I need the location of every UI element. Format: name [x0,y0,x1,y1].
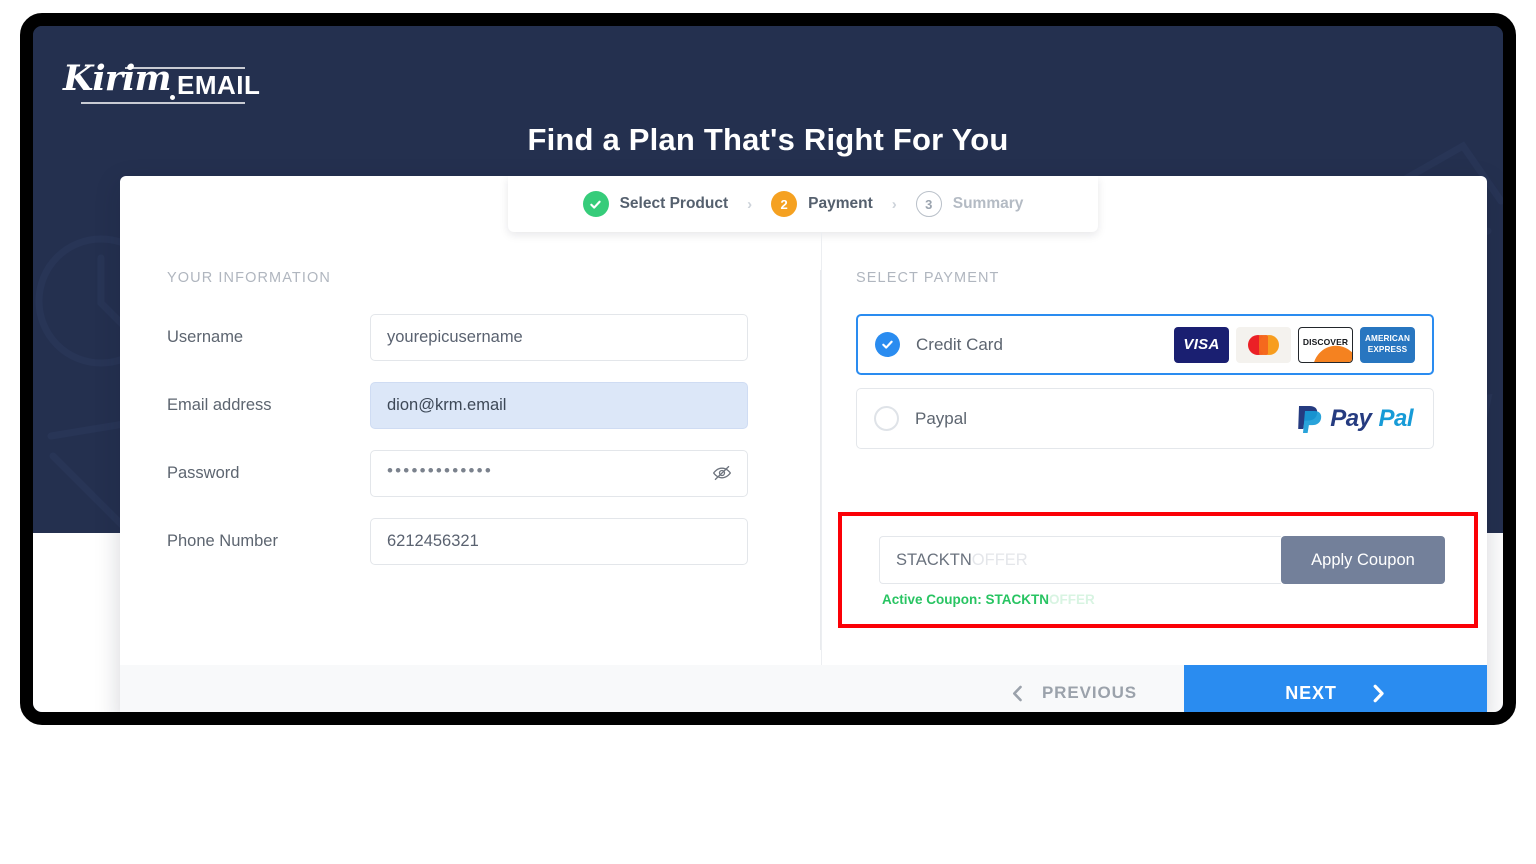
discover-icon-text: DISCOVER [1302,336,1349,347]
next-button-label: NEXT [1285,682,1337,703]
step-separator-1: › [747,195,753,213]
step-number-badge-2: 2 [771,191,798,217]
form-row-password: Password ••••••••••••• [167,449,820,497]
radio-checked-icon [875,332,900,357]
amex-icon-line1: AMERICAN [1360,334,1415,344]
chevron-right-icon [1373,684,1384,702]
password-label: Password [167,463,240,482]
active-coupon-status: Active Coupon: STACKTNOFFER [882,592,1095,607]
logo-mail-text: EMAIL [177,70,261,100]
paypal-word-pay: Pay [1330,404,1372,432]
apply-coupon-button[interactable]: Apply Coupon [1281,536,1445,584]
payment-option-label-credit-card: Credit Card [916,334,1003,354]
logo-script-text: Kirim [63,58,171,99]
mastercard-icon [1236,326,1291,363]
browser-frame: Kirim EMAIL Find a Plan That's Right For… [20,13,1516,725]
step-label-summary: Summary [952,195,1024,212]
your-information-panel: YOUR INFORMATION Username yourepicuserna… [120,232,820,665]
amex-icon-line2: EXPRESS [1360,345,1415,355]
step-label-select-product: Select Product [619,195,729,212]
step-summary[interactable]: 3 Summary [915,191,1024,217]
previous-button[interactable]: PREVIOUS [971,665,1184,712]
select-payment-panel: SELECT PAYMENT Credit Card VISA DISCOVER… [821,232,1487,665]
step-label-payment: Payment [808,195,873,212]
next-button[interactable]: NEXT [1184,665,1487,712]
logo-rule-bottom [81,102,245,104]
checkout-card: Select Product › 2 Payment › 3 Summary Y… [120,176,1487,712]
form-row-username: Username yourepicusername [167,313,820,361]
select-payment-heading: SELECT PAYMENT [856,270,1000,286]
payment-option-label-paypal: Paypal [915,408,967,428]
password-input[interactable]: ••••••••••••• [370,449,748,497]
radio-unchecked-icon [874,406,899,431]
checkout-stepper: Select Product › 2 Payment › 3 Summary [508,176,1098,232]
active-coupon-text-faded: OFFER [1049,592,1095,607]
previous-button-label: PREVIOUS [1041,683,1137,702]
payment-option-paypal[interactable]: Paypal Pay Pal [856,388,1434,449]
form-row-email: Email address dion@krm.email [167,381,820,429]
coupon-highlight-box: STACKTN OFFER Apply Coupon Active Coupon… [838,512,1478,628]
paypal-word-pal: Pal [1378,404,1413,432]
username-input[interactable]: yourepicusername [370,313,748,361]
your-information-heading: YOUR INFORMATION [167,270,331,286]
email-label: Email address [167,395,272,414]
payment-option-credit-card[interactable]: Credit Card VISA DISCOVER AMERICAN EXPRE… [856,314,1434,375]
card-footer: PREVIOUS NEXT [120,665,1487,712]
username-label: Username [167,327,244,346]
card-brand-logos: VISA DISCOVER AMERICAN EXPRESS [1174,326,1415,363]
phone-number-label: Phone Number [167,531,278,550]
paypal-logo: Pay Pal [1296,404,1416,434]
coupon-code-input[interactable]: STACKTN OFFER [879,536,1281,584]
step-separator-2: › [891,195,897,213]
step-number-badge-3: 3 [915,191,942,217]
coupon-code-value-faded: OFFER [971,550,1028,569]
page-title: Find a Plan That's Right For You [527,122,1009,157]
coupon-code-value: STACKTN [896,550,972,569]
step-payment[interactable]: 2 Payment [771,191,873,217]
logo-dot [170,95,175,100]
eye-slash-icon[interactable] [711,462,733,484]
discover-icon: DISCOVER [1298,326,1353,363]
screenshot-root: Kirim EMAIL Find a Plan That's Right For… [0,0,1536,864]
form-row-phone: Phone Number 6212456321 [167,517,820,565]
amex-icon: AMERICAN EXPRESS [1360,326,1415,363]
coupon-row: STACKTN OFFER Apply Coupon [879,536,1445,584]
active-coupon-text: Active Coupon: STACKTN [882,592,1049,607]
kirim-email-logo[interactable]: Kirim EMAIL [63,57,260,105]
paypal-monogram-icon [1298,405,1322,433]
email-input[interactable]: dion@krm.email [370,381,748,429]
password-masked-value: ••••••••••••• [387,461,493,480]
page-background: Kirim EMAIL Find a Plan That's Right For… [33,26,1503,712]
chevron-left-icon [1012,685,1022,701]
visa-icon: VISA [1174,326,1229,363]
step-select-product[interactable]: Select Product [582,191,729,217]
check-icon [582,191,609,217]
phone-number-input[interactable]: 6212456321 [370,517,748,565]
